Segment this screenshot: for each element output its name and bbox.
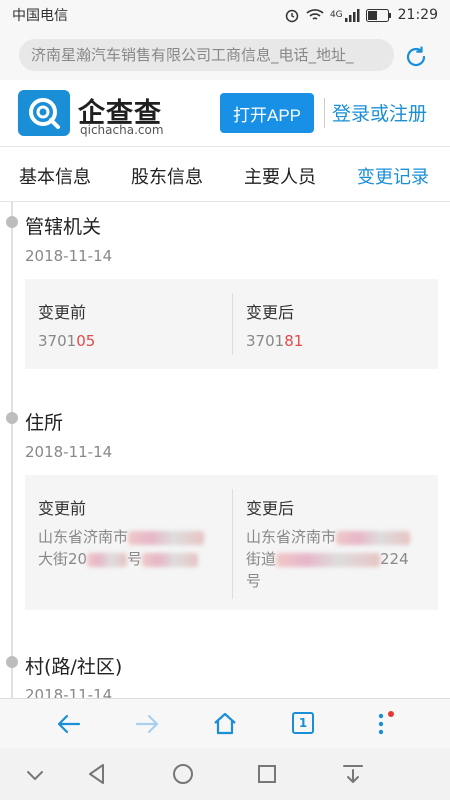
record-date: 2018-11-14: [25, 443, 113, 461]
notification-pull-icon[interactable]: [340, 761, 366, 787]
before-label: 变更前: [38, 499, 87, 518]
forward-arrow-icon[interactable]: [134, 711, 160, 737]
logo-domain: qichacha.com: [80, 123, 164, 137]
after-value-unchanged: 3701: [246, 332, 285, 350]
record-date: 2018-11-14: [25, 247, 113, 265]
browser-toolbar: 济南星瀚汽车销售有限公司工商信息_电话_地址_: [0, 30, 450, 80]
carrier-label: 中国电信: [12, 8, 68, 24]
status-bar: 中国电信 4G 21:29: [0, 0, 450, 30]
after-label: 变更后: [246, 499, 295, 518]
after-address-line: 街道: [246, 550, 277, 568]
clock-label: 21:29: [397, 7, 438, 23]
system-nav-bar: [0, 748, 450, 800]
after-address-line: 224: [380, 550, 409, 568]
open-app-button[interactable]: 打开APP: [220, 93, 314, 133]
site-header: 企查查 qichacha.com 打开APP 登录或注册: [0, 80, 450, 145]
more-menu-icon[interactable]: [368, 711, 394, 737]
tab-count-button[interactable]: 1: [292, 712, 314, 734]
redacted-text: [336, 530, 411, 545]
timeline-dot: [6, 216, 18, 228]
redacted-text: [128, 530, 205, 545]
header-divider: [324, 98, 325, 128]
collapse-icon[interactable]: [22, 762, 48, 788]
tab-change-records[interactable]: 变更记录: [357, 163, 429, 189]
before-address-line: 号: [127, 550, 143, 568]
after-label: 变更后: [246, 303, 295, 322]
before-value-unchanged: 3701: [38, 332, 77, 350]
change-card: 变更前 山东省济南市 大街20 号 变更后 山东省济南市 街道 224 号: [25, 475, 438, 610]
before-address-line: 大街20: [38, 550, 88, 568]
wifi-icon: [306, 8, 324, 22]
record-title: 住所: [25, 412, 64, 434]
change-record-list[interactable]: 管辖机关 2018-11-14 变更前 370105 变更后 370181 住所…: [0, 202, 450, 698]
before-value: 山东省济南市 大街20 号: [38, 526, 223, 570]
record-date: 2018-11-14: [25, 686, 113, 698]
reload-icon[interactable]: [403, 44, 429, 70]
before-address-line: 山东省济南市: [38, 528, 129, 546]
before-label: 变更前: [38, 303, 87, 322]
record-title: 管辖机关: [25, 216, 102, 238]
before-value: 370105: [38, 330, 95, 352]
redacted-text: [87, 552, 128, 567]
card-divider: [232, 489, 233, 599]
record-title: 村(路/社区): [25, 656, 123, 678]
recent-apps-icon[interactable]: [254, 761, 280, 787]
network-label: 4G: [329, 10, 343, 20]
card-divider: [232, 293, 233, 355]
status-icons: 4G 21:29: [284, 7, 438, 23]
alarm-icon: [284, 7, 300, 23]
timeline-dot: [6, 656, 18, 668]
after-value-changed: 81: [284, 332, 304, 350]
timeline-line: [11, 202, 13, 698]
timeline-dot: [6, 412, 18, 424]
battery-icon: [365, 8, 392, 22]
after-value: 山东省济南市 街道 224 号: [246, 526, 431, 592]
system-back-icon[interactable]: [84, 761, 110, 787]
system-home-icon[interactable]: [170, 761, 196, 787]
browser-bottom-nav: [0, 698, 450, 748]
tab-basic-info[interactable]: 基本信息: [19, 163, 91, 189]
logo-icon[interactable]: [18, 90, 70, 136]
after-address-line: 号: [246, 572, 262, 590]
change-card: 变更前 370105 变更后 370181: [25, 279, 438, 369]
url-field[interactable]: 济南星瀚汽车销售有限公司工商信息_电话_地址_: [19, 39, 394, 71]
home-icon[interactable]: [212, 711, 238, 737]
redacted-text: [276, 552, 381, 567]
signal-icon: 4G: [330, 8, 360, 22]
section-tabs: 基本信息 股东信息 主要人员 变更记录: [0, 146, 450, 202]
login-register-link[interactable]: 登录或注册: [332, 99, 427, 126]
redacted-text: [142, 552, 199, 567]
back-arrow-icon[interactable]: [56, 711, 82, 737]
tab-shareholders[interactable]: 股东信息: [131, 163, 203, 189]
before-value-changed: 05: [76, 332, 96, 350]
after-address-line: 山东省济南市: [246, 528, 337, 546]
after-value: 370181: [246, 330, 303, 352]
tab-key-personnel[interactable]: 主要人员: [244, 163, 316, 189]
